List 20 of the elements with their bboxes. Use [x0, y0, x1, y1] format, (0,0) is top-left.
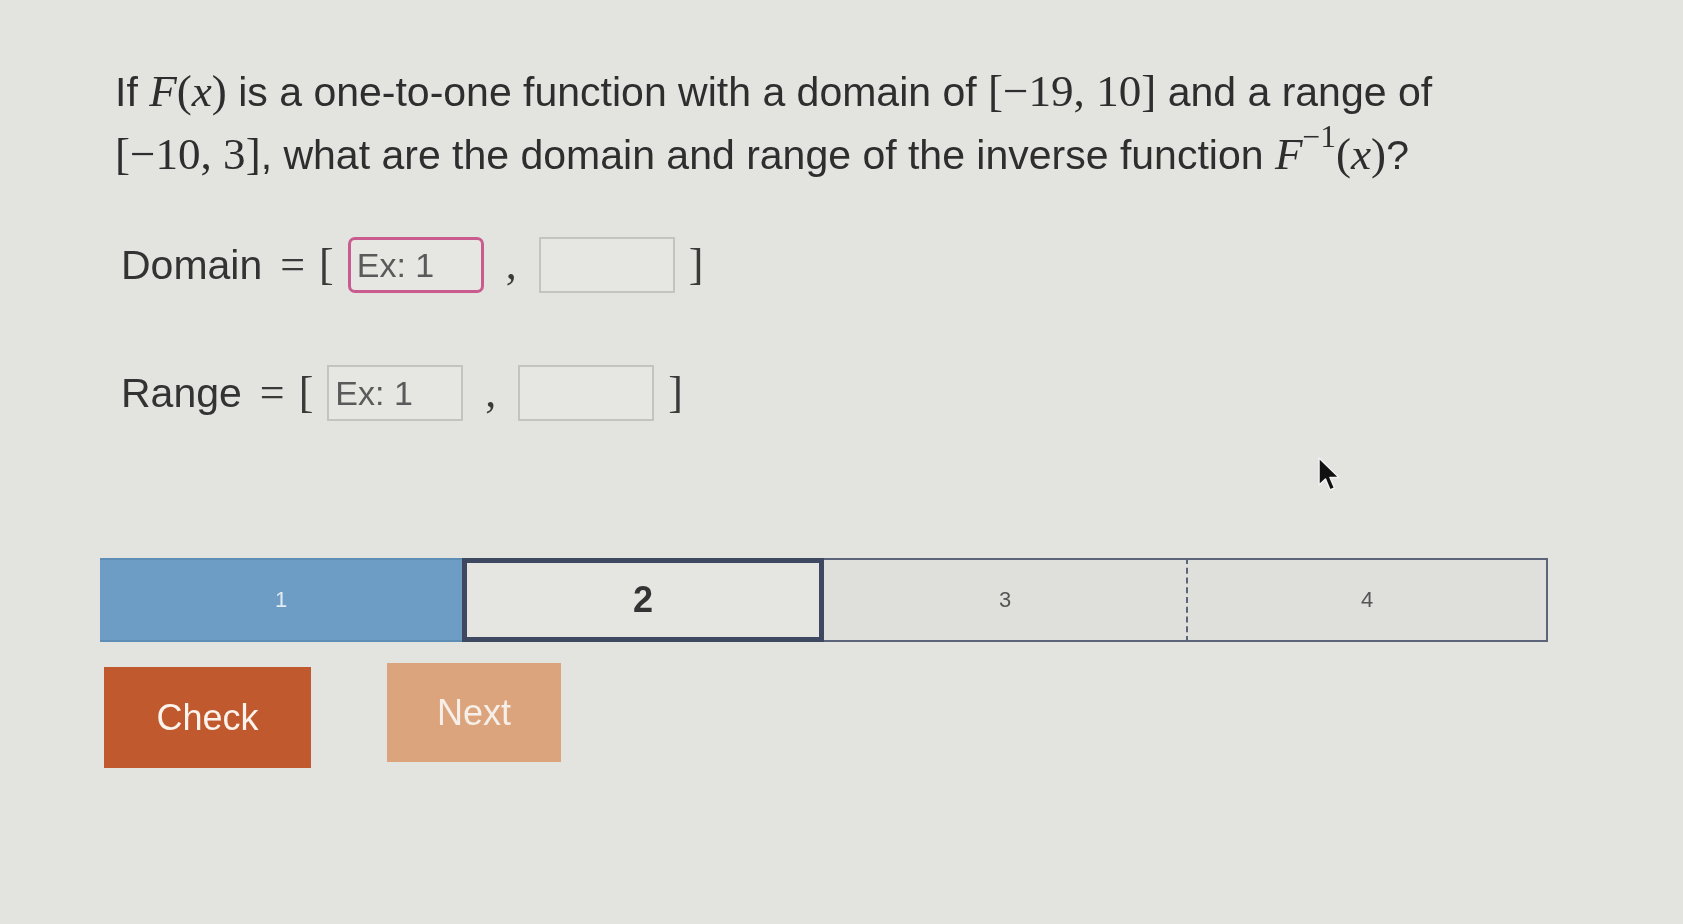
- progress-step[interactable]: 4: [1186, 558, 1548, 642]
- answer-field[interactable]: Ex: 1: [327, 365, 464, 421]
- progress-step[interactable]: 3: [824, 558, 1186, 642]
- progress-step[interactable]: 2: [462, 558, 824, 642]
- equals-sign: =: [280, 243, 306, 287]
- mouse-pointer-icon: [1318, 457, 1342, 493]
- answer-field[interactable]: [518, 365, 655, 421]
- open-bracket: [: [298, 371, 314, 415]
- equals-sign: =: [259, 371, 285, 415]
- answer-label: Range: [121, 369, 242, 417]
- answer-field[interactable]: [538, 237, 675, 293]
- comma: ,: [485, 371, 497, 415]
- answer-label: Domain: [121, 241, 263, 289]
- check-button[interactable]: Check: [104, 667, 311, 768]
- question-text: If F(x) is a one-to-one function with a domain of [−19, 10] and a range of [−10, 3], what are the domain and range of the inverse function F$^{−1}$(x)?: [115, 65, 1434, 181]
- comma: ,: [505, 243, 517, 287]
- close-bracket: ]: [688, 243, 704, 287]
- open-bracket: [: [319, 243, 334, 287]
- close-bracket: ]: [668, 371, 683, 415]
- answer-field[interactable]: Ex: 1: [347, 237, 484, 293]
